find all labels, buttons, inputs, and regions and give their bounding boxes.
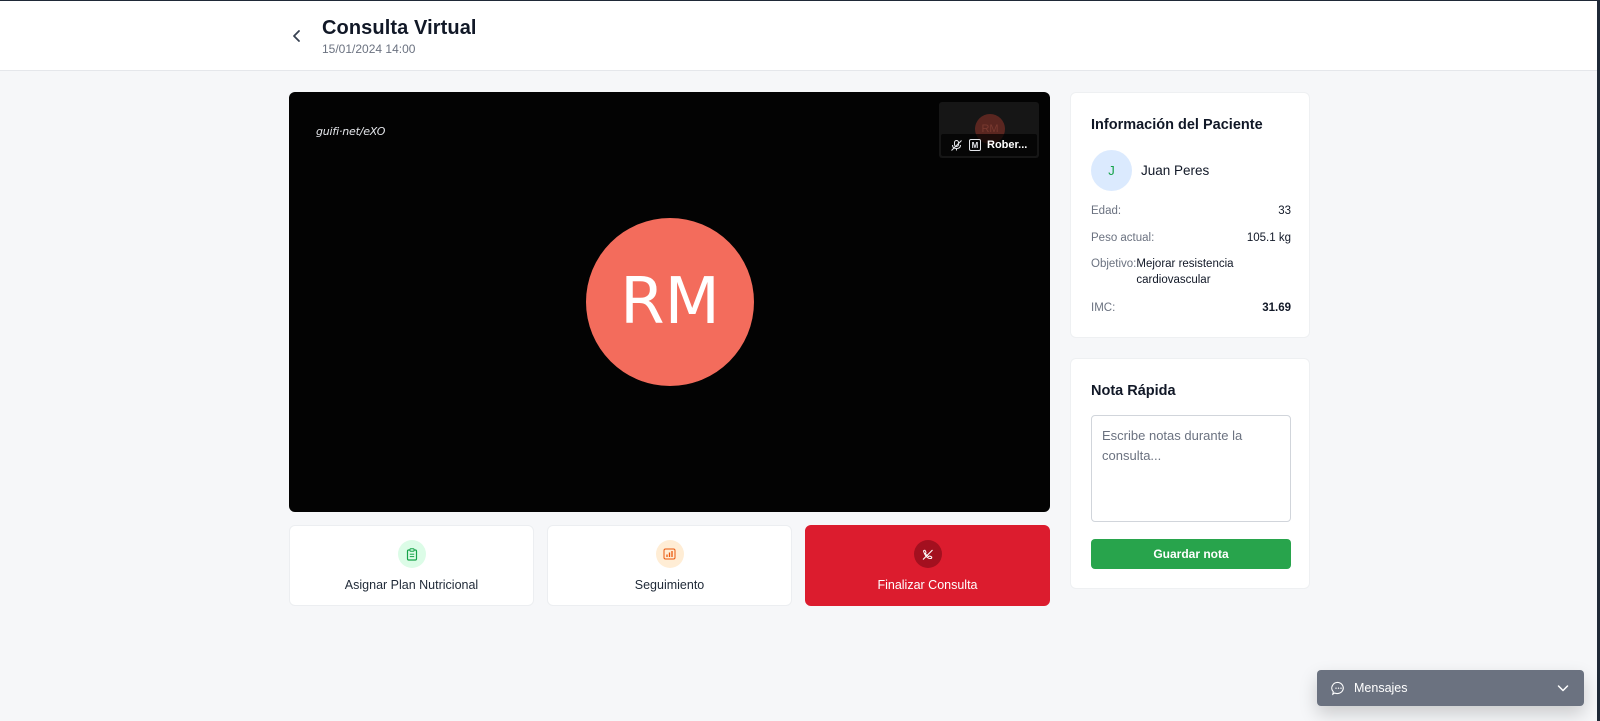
main-participant-avatar: RM [586,218,754,386]
video-call-area[interactable]: guifi·net/eXO RM RM M Rober... [289,92,1050,512]
follow-up-button[interactable]: Seguimiento [547,525,792,606]
bmi-value: 31.69 [1262,302,1291,314]
phone-off-icon [913,540,942,568]
weight-label: Peso actual: [1091,232,1155,244]
follow-up-label: Seguimiento [634,578,705,592]
patient-weight-row: Peso actual: 105.1 kg [1091,232,1291,244]
patient-info-panel: Información del Paciente J Juan Peres Ed… [1070,92,1310,338]
self-view-thumbnail[interactable]: RM M Rober... [939,102,1039,158]
chevron-left-icon [293,30,300,42]
patient-age-row: Edad: 33 [1091,205,1291,217]
age-label: Edad: [1091,205,1122,217]
end-consultation-label: Finalizar Consulta [877,578,978,592]
moderator-badge: M [969,139,981,151]
bar-chart-icon [655,540,684,568]
save-note-button[interactable]: Guardar nota [1091,539,1291,569]
quick-note-panel: Nota Rápida Guardar nota [1070,358,1310,589]
thumbnail-status-bar: M Rober... [941,134,1037,156]
clipboard-icon [397,540,426,568]
back-button[interactable] [286,25,308,47]
page-header: Consulta Virtual 15/01/2024 14:00 [0,1,1597,71]
patient-info-title: Información del Paciente [1091,117,1263,133]
patient-bmi-row: IMC: 31.69 [1091,302,1291,314]
chevron-down-icon[interactable] [1556,681,1570,695]
goal-label: Objetivo: [1091,258,1137,270]
patient-name: Juan Peres [1141,163,1210,178]
messages-toggle-bar[interactable]: Mensajes [1317,670,1584,706]
mic-off-icon [950,139,963,152]
weight-value: 105.1 kg [1246,232,1291,244]
messages-label: Mensajes [1354,681,1408,695]
goal-value: Mejorar resistencia cardiovascular [1136,258,1234,286]
chat-bubble-icon [1331,681,1346,696]
quick-note-textarea[interactable] [1091,415,1291,522]
assign-plan-label: Asignar Plan Nutricional [344,578,479,592]
assign-nutrition-plan-button[interactable]: Asignar Plan Nutricional [289,525,534,606]
thumbnail-participant-name: Rober... [987,139,1028,151]
end-consultation-button[interactable]: Finalizar Consulta [805,525,1050,606]
patient-goal-row: Objetivo: Mejorar resistencia cardiovasc… [1091,256,1291,288]
age-value: 33 [1278,205,1291,217]
page-title: Consulta Virtual [322,17,477,39]
consultation-datetime: 15/01/2024 14:00 [322,42,416,56]
video-watermark: guifi·net/eXO [316,125,386,138]
bmi-label: IMC: [1091,302,1116,314]
quick-note-title: Nota Rápida [1091,383,1176,399]
patient-avatar: J [1091,150,1132,191]
